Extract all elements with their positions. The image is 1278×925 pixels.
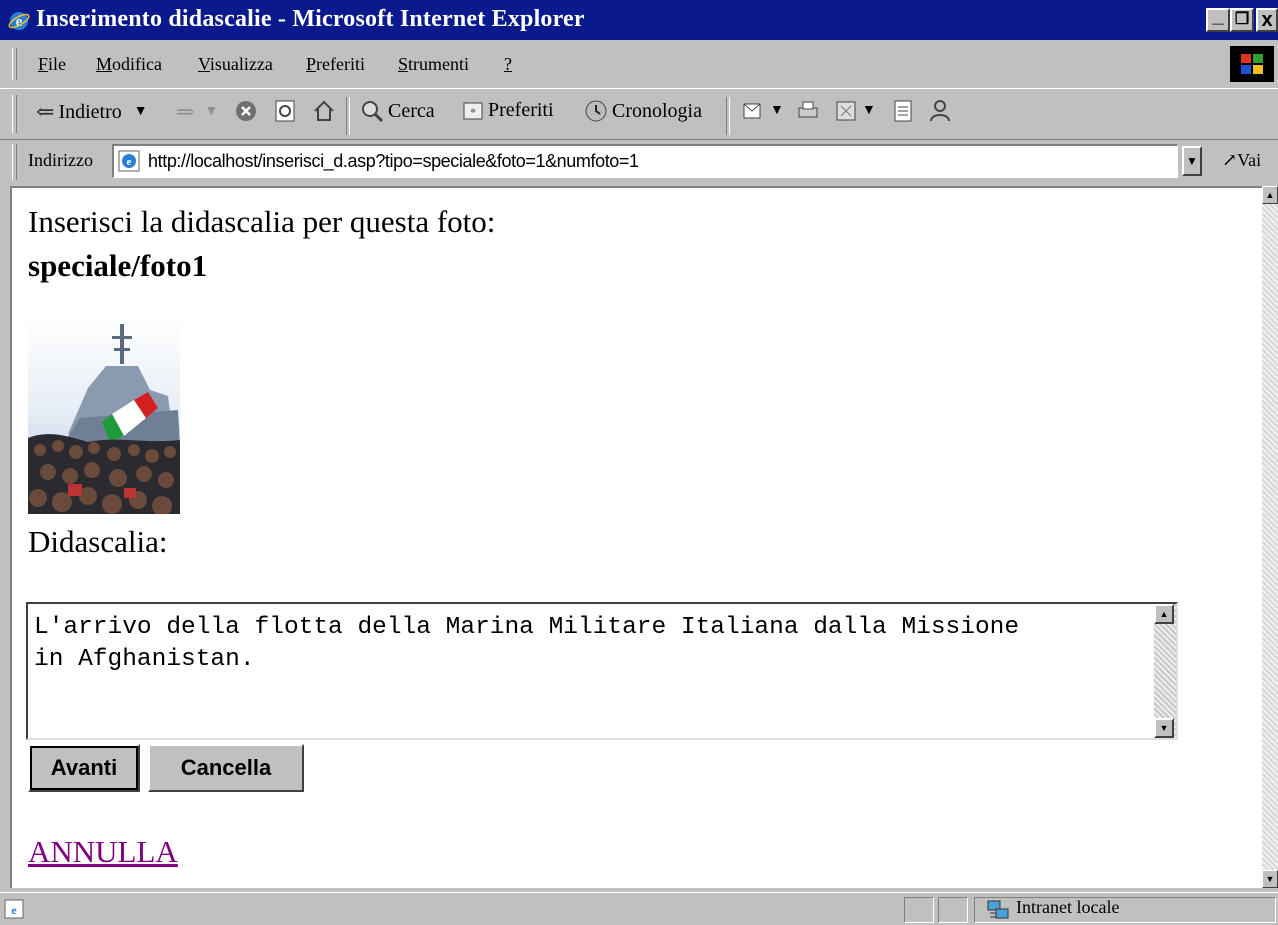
messenger-button[interactable] [928,99,952,123]
status-panel [904,897,934,923]
address-dropdown-button[interactable]: ▼ [1182,146,1202,176]
menu-visualizza[interactable]: Visualizza [198,54,273,75]
security-zone-label: Intranet locale [1016,897,1120,917]
standard-toolbar: ⇐ Indietro ▼ ⇒ ▼ Cerca * Preferiti Crono… [0,88,1278,140]
history-label: Cronologia [612,99,702,122]
toolbar-grip[interactable] [12,95,17,133]
favorites-label: Preferiti [488,99,554,121]
close-icon: x [1261,9,1273,31]
menu-preferiti[interactable]: Preferiti [306,54,365,75]
edit-button[interactable]: ▼ [834,99,876,123]
forward-dropdown-icon[interactable]: ▼ [204,104,218,120]
history-button[interactable]: Cronologia [584,99,702,123]
status-panel [938,897,968,923]
menu-file[interactable]: File [38,54,66,75]
discuss-button[interactable] [892,99,914,123]
back-dropdown-icon[interactable]: ▼ [134,104,148,120]
intranet-zone-icon [987,900,1009,919]
page-vertical-scrollbar[interactable]: ▲ ▼ [1262,186,1278,888]
scroll-down-button[interactable]: ▼ [1262,870,1278,888]
address-input[interactable]: e http://localhost/inserisci_d.asp?tipo=… [112,144,1178,178]
stop-icon [236,101,256,121]
printer-icon [798,101,818,118]
menu-modifica[interactable]: Modifica [96,54,162,75]
chevron-down-icon: ▼ [1186,153,1198,168]
reset-button[interactable]: Cancella [148,744,304,792]
svg-text:e: e [127,156,132,168]
address-bar: Indirizzo e http://localhost/inserisci_d… [0,140,1278,184]
go-arrow-icon: ↗ [1222,150,1238,170]
scroll-up-button[interactable]: ▲ [1262,186,1278,204]
window-title: Inserimento didascalie - Microsoft Inter… [36,6,585,32]
caption-textarea[interactable]: L'arrivo della flotta della Marina Milit… [26,602,1178,740]
caption-scroll-up-button[interactable]: ▲ [1154,604,1174,624]
go-button[interactable]: ↗Vai [1222,150,1261,171]
minimize-button[interactable]: _ [1206,5,1230,32]
photo-name: speciale/foto1 [28,248,208,283]
messenger-icon [930,100,950,122]
page-heading: Inserisci la didascalia per questa foto: [28,204,496,239]
mail-button[interactable]: ▼ [742,99,784,123]
toolbar-separator [726,97,730,135]
favorites-icon: * [463,102,483,119]
toolbar-separator [346,97,350,135]
search-icon [362,101,384,123]
print-button[interactable] [796,99,820,123]
windows-logo-icon [1230,46,1274,82]
page-status-icon: e [4,899,24,919]
back-arrow-icon: ⇐ [36,99,55,124]
search-button[interactable]: Cerca [360,99,435,123]
refresh-button[interactable] [274,99,296,123]
menu-strumenti[interactable]: Strumenti [398,54,469,75]
address-url: http://localhost/inserisci_d.asp?tipo=sp… [148,151,639,171]
mail-dropdown-icon[interactable]: ▼ [770,103,784,119]
caption-scrollbar[interactable]: ▲ ▼ [1154,604,1176,738]
edit-dropdown-icon[interactable]: ▼ [862,103,876,119]
history-icon [585,100,607,122]
page-icon: e [118,150,140,172]
forward-arrow-icon: ⇒ [176,99,195,124]
go-label: Vai [1237,150,1262,170]
edit-icon [836,101,856,121]
caption-scroll-down-button[interactable]: ▼ [1154,718,1174,738]
minimize-icon: _ [1212,5,1224,27]
mail-icon [743,103,761,119]
internet-explorer-icon: e [8,12,30,30]
refresh-icon [275,100,295,122]
search-label: Cerca [388,99,435,122]
status-bar: e Intranet locale [0,892,1278,925]
caption-label: Didascalia: [28,524,168,559]
home-icon [314,100,334,121]
restore-icon: ❐ [1234,11,1250,28]
forward-button[interactable]: ⇒ ▼ [176,99,218,125]
window-title-bar[interactable]: e Inserimento didascalie - Microsoft Int… [0,0,1278,40]
caption-text: L'arrivo della flotta della Marina Milit… [34,614,1020,673]
home-button[interactable] [312,99,336,123]
submit-button[interactable]: Avanti [28,744,140,792]
menu-help[interactable]: ? [504,54,512,75]
back-button[interactable]: ⇐ Indietro ▼ [36,99,148,125]
back-label: Indietro [58,100,122,123]
stop-button[interactable] [234,99,258,123]
address-grip[interactable] [12,144,17,180]
menu-grip[interactable] [12,48,17,80]
svg-text:*: * [470,105,476,119]
restore-button[interactable]: ❐ [1230,8,1254,32]
menu-bar: File Modifica Visualizza Preferiti Strum… [0,42,1278,86]
svg-text:e: e [11,903,17,917]
photo-thumbnail [28,318,180,514]
favorites-button[interactable]: * Preferiti [462,99,554,122]
discuss-icon [894,100,912,122]
cancel-link[interactable]: ANNULLA [28,834,178,870]
close-button[interactable]: x [1256,8,1278,32]
address-label: Indirizzo [28,150,93,170]
